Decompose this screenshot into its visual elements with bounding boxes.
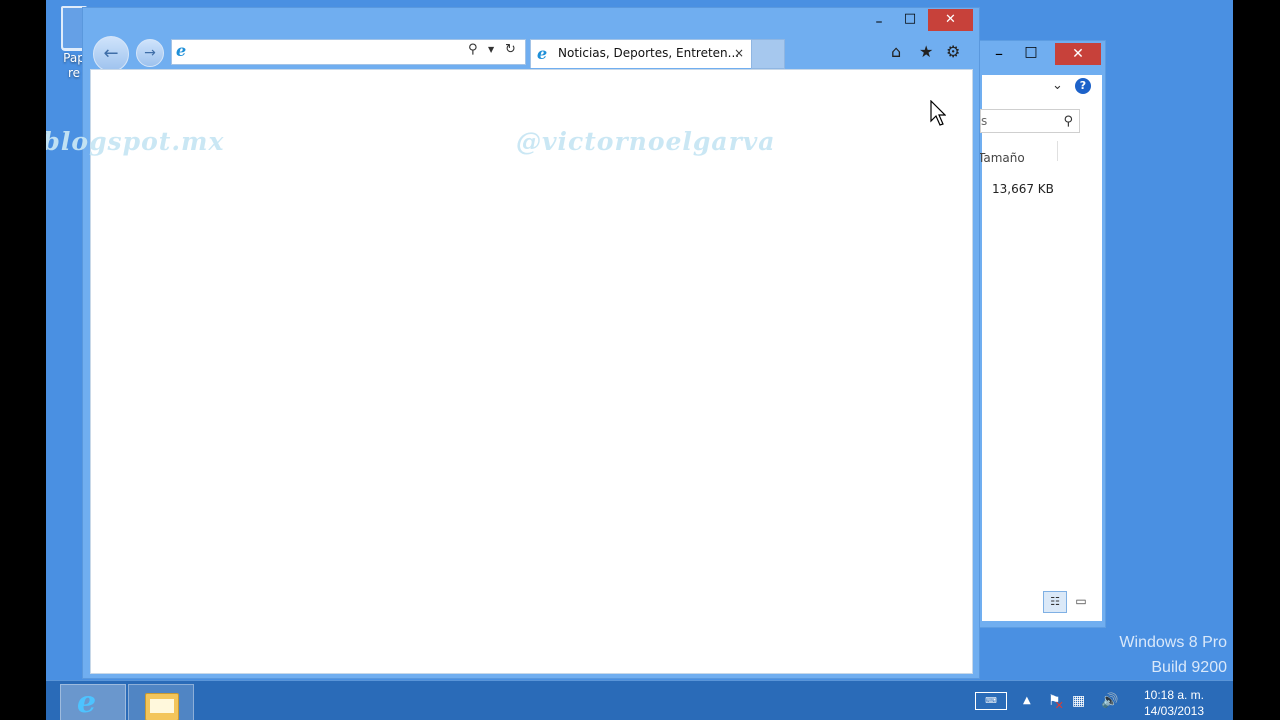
tab-favicon-icon: e: [537, 44, 548, 63]
clock-date: 14/03/2013: [1143, 704, 1205, 718]
refresh-icon[interactable]: ↻: [505, 42, 516, 57]
mouse-cursor-icon: [930, 100, 946, 126]
details-view-button[interactable]: ☷: [1043, 591, 1067, 613]
desktop: Pap re – □ ✕ ⌄ ? s ⚲ Tamaño 13,667 KB ☷ …: [46, 0, 1233, 720]
browser-maximize-button[interactable]: □: [900, 11, 920, 29]
folder-icon: [145, 693, 179, 720]
tab-close-icon[interactable]: ×: [734, 46, 744, 60]
new-tab-button[interactable]: [751, 39, 785, 69]
volume-icon[interactable]: 🔊: [1101, 681, 1118, 720]
column-header-size[interactable]: Tamaño: [978, 151, 1025, 165]
explorer-minimize-button[interactable]: –: [987, 44, 1011, 66]
back-button[interactable]: ←: [93, 36, 129, 72]
browser-close-button[interactable]: ✕: [928, 9, 973, 31]
taskbar-file-explorer[interactable]: [128, 684, 194, 720]
search-icon[interactable]: ⚲: [1063, 111, 1073, 132]
twitter-watermark: @victornoelgarva: [516, 127, 776, 156]
settings-gear-icon[interactable]: ⚙: [946, 42, 960, 61]
home-icon[interactable]: ⌂: [891, 42, 901, 61]
internet-explorer-window: – □ ✕ ← → e ⚲ ▼ ↻ e Noticias, Deportes, …: [82, 7, 980, 679]
address-bar[interactable]: e ⚲ ▼ ↻: [171, 39, 526, 65]
ie-logo-icon: e: [176, 41, 187, 60]
show-hidden-icons-button[interactable]: ▲: [1023, 681, 1031, 720]
internet-explorer-icon: e: [77, 685, 97, 720]
favorites-star-icon[interactable]: ★: [919, 42, 933, 61]
os-build-label: Build 9200: [1151, 659, 1227, 676]
taskbar-internet-explorer[interactable]: e: [60, 684, 126, 720]
browser-minimize-button[interactable]: –: [869, 14, 889, 32]
clock-time: 10:18 a. m.: [1143, 688, 1205, 702]
search-icon[interactable]: ⚲: [468, 42, 478, 57]
alert-x-icon: ✕: [1054, 699, 1064, 712]
address-input[interactable]: [196, 42, 460, 62]
explorer-content: ⌄ ? s ⚲ Tamaño 13,667 KB ☷ ▭: [978, 75, 1102, 621]
explorer-search-box[interactable]: s ⚲: [980, 109, 1080, 133]
column-divider[interactable]: [1057, 141, 1058, 161]
keyboard-icon: ⌨: [975, 692, 1007, 710]
explorer-maximize-button[interactable]: □: [1019, 44, 1043, 66]
tab-title: Noticias, Deportes, Entreten...: [558, 46, 740, 60]
touch-keyboard-button[interactable]: ⌨: [974, 681, 1008, 720]
address-dropdown-icon[interactable]: ▼: [488, 45, 494, 54]
os-edition-label: Windows 8 Pro: [1119, 634, 1227, 651]
page-content-area[interactable]: [90, 69, 973, 674]
file-size-cell: 13,667 KB: [992, 182, 1054, 196]
file-explorer-window: – □ ✕ ⌄ ? s ⚲ Tamaño 13,667 KB ☷ ▭: [978, 40, 1106, 628]
explorer-search-text: s: [981, 114, 988, 128]
browser-tab[interactable]: e Noticias, Deportes, Entreten... ×: [530, 39, 752, 68]
explorer-close-button[interactable]: ✕: [1055, 43, 1101, 65]
action-center-icon[interactable]: ⚑✕: [1048, 681, 1070, 720]
network-icon[interactable]: ▦: [1072, 681, 1085, 720]
ribbon-expand-chevron-icon[interactable]: ⌄: [1052, 78, 1063, 93]
blog-watermark: va.blogspot.mx: [46, 127, 225, 156]
help-icon[interactable]: ?: [1075, 78, 1091, 94]
large-icons-view-button[interactable]: ▭: [1070, 591, 1092, 611]
forward-button[interactable]: →: [136, 39, 164, 67]
taskbar: e ⌨ ▲ ⚑✕ ▦ 🔊 10:18 a. m. 14/03/2013: [46, 680, 1233, 720]
system-clock[interactable]: 10:18 a. m. 14/03/2013: [1134, 687, 1214, 719]
